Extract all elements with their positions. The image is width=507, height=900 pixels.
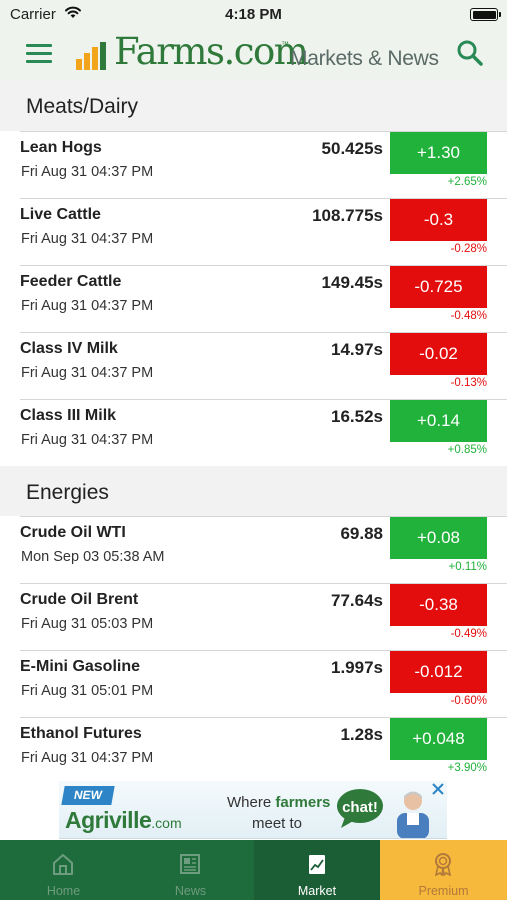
market-row-live-cattle[interactable]: Live Cattle Fri Aug 31 04:37 PM 108.775s…: [0, 198, 507, 265]
row-name: Crude Oil Brent: [20, 591, 139, 608]
change-percent: +2.65%: [447, 176, 487, 188]
market-row-class-iv-milk[interactable]: Class IV Milk Fri Aug 31 04:37 PM 14.97s…: [0, 332, 507, 399]
change-percent: -0.48%: [450, 310, 487, 322]
row-name: Crude Oil WTI: [20, 524, 126, 541]
market-row-ethanol-futures[interactable]: Ethanol Futures Fri Aug 31 04:37 PM 1.28…: [0, 717, 507, 784]
row-name: Class IV Milk: [20, 340, 118, 357]
change-badge: -0.38: [390, 584, 487, 626]
row-name: Class III Milk: [20, 407, 117, 424]
row-date: Fri Aug 31 05:03 PM: [21, 616, 154, 632]
row-price: 69.88: [340, 524, 383, 543]
row-date: Fri Aug 31 04:37 PM: [21, 365, 154, 381]
award-icon: [434, 853, 452, 876]
logo-trademark: ™: [281, 40, 289, 49]
change-badge: +0.14: [390, 400, 487, 442]
change-badge: -0.3: [390, 199, 487, 241]
row-name: Ethanol Futures: [20, 725, 142, 742]
section-title: Energies: [26, 481, 109, 504]
tab-label: Premium: [418, 884, 469, 898]
home-icon: [53, 854, 73, 875]
status-bar: Carrier 4:18 PM: [0, 0, 507, 30]
chat-bubble-label: chat!: [342, 799, 378, 816]
change-percent: -0.13%: [450, 377, 487, 389]
change-badge: +0.048: [390, 718, 487, 760]
ad-tagline-prefix: Where: [227, 794, 276, 811]
row-name: E-Mini Gasoline: [20, 658, 141, 675]
change-badge: -0.725: [390, 266, 487, 308]
chart-icon: [309, 855, 325, 874]
row-price: 1.997s: [331, 658, 383, 677]
search-icon[interactable]: [456, 39, 484, 67]
change-percent: +3.90%: [447, 762, 487, 774]
ad-tagline-line1: Where farmers: [227, 794, 330, 811]
row-date: Fri Aug 31 04:37 PM: [21, 432, 154, 448]
row-price: 1.28s: [340, 725, 383, 744]
logo-bars-icon: [76, 42, 106, 70]
change-percent: -0.60%: [450, 695, 487, 707]
market-row-lean-hogs[interactable]: Lean Hogs Fri Aug 31 04:37 PM 50.425s +1…: [0, 131, 507, 198]
tab-news[interactable]: News: [127, 840, 254, 900]
row-date: Fri Aug 31 04:37 PM: [21, 298, 154, 314]
menu-icon[interactable]: [26, 42, 52, 64]
header-subtitle: Markets & News: [290, 47, 439, 70]
section-header-energies: Energies: [0, 466, 507, 517]
battery-icon: [470, 8, 501, 21]
row-price: 50.425s: [321, 139, 383, 158]
market-row-class-iii-milk[interactable]: Class III Milk Fri Aug 31 04:37 PM 16.52…: [0, 399, 507, 466]
tab-bar: Home News Market Premium: [0, 840, 507, 900]
tab-premium[interactable]: Premium: [380, 840, 507, 900]
ad-close-icon[interactable]: [431, 782, 445, 796]
row-price: 108.775s: [312, 206, 383, 225]
ad-brand-suffix: .com: [151, 815, 182, 831]
row-date: Fri Aug 31 04:37 PM: [21, 164, 154, 180]
section-title: Meats/Dairy: [26, 95, 139, 118]
row-name: Feeder Cattle: [20, 273, 122, 290]
market-row-feeder-cattle[interactable]: Feeder Cattle Fri Aug 31 04:37 PM 149.45…: [0, 265, 507, 332]
change-badge: -0.012: [390, 651, 487, 693]
change-percent: -0.28%: [450, 243, 487, 255]
logo-text: Farms.com: [114, 30, 309, 73]
tab-home[interactable]: Home: [0, 840, 127, 900]
tab-market[interactable]: Market: [254, 840, 380, 900]
row-date: Fri Aug 31 05:01 PM: [21, 683, 154, 699]
tab-label: Market: [297, 884, 337, 898]
ad-brand: Agriville.com: [65, 807, 182, 834]
change-percent: -0.49%: [450, 628, 487, 640]
section-header-meats-dairy: Meats/Dairy: [0, 80, 507, 131]
market-row-crude-oil-brent[interactable]: Crude Oil Brent Fri Aug 31 05:03 PM 77.6…: [0, 583, 507, 650]
ad-tagline-line2: meet to: [252, 815, 303, 832]
change-badge: -0.02: [390, 333, 487, 375]
tab-label: News: [174, 884, 207, 898]
status-time: 4:18 PM: [225, 6, 282, 23]
ad-banner[interactable]: NEW Agriville.com Where farmers meet to …: [59, 781, 447, 839]
change-percent: +0.11%: [448, 561, 487, 573]
change-percent: +0.85%: [447, 444, 487, 456]
row-name: Live Cattle: [20, 206, 101, 223]
row-price: 149.45s: [321, 273, 383, 292]
app-header: Farms.com ™ Markets & News: [0, 30, 507, 80]
row-date: Fri Aug 31 04:37 PM: [21, 750, 154, 766]
row-name: Lean Hogs: [20, 139, 102, 156]
row-price: 14.97s: [331, 340, 383, 359]
ad-tagline-highlight: farmers: [275, 794, 331, 811]
ad-new-badge: NEW: [61, 786, 115, 805]
newspaper-icon: [180, 854, 200, 874]
change-badge: +1.30: [390, 132, 487, 174]
row-date: Mon Sep 03 05:38 AM: [21, 549, 165, 565]
row-price: 16.52s: [331, 407, 383, 426]
change-badge: +0.08: [390, 517, 487, 559]
chat-bubble-icon: chat!: [337, 789, 383, 828]
ad-brand-name: Agriville: [65, 807, 152, 833]
row-price: 77.64s: [331, 591, 383, 610]
market-row-crude-oil-wti[interactable]: Crude Oil WTI Mon Sep 03 05:38 AM 69.88 …: [0, 516, 507, 583]
tab-label: Home: [46, 884, 81, 898]
row-date: Fri Aug 31 04:37 PM: [21, 231, 154, 247]
farmer-image: [397, 791, 429, 838]
market-row-e-mini-gasoline[interactable]: E-Mini Gasoline Fri Aug 31 05:01 PM 1.99…: [0, 650, 507, 717]
